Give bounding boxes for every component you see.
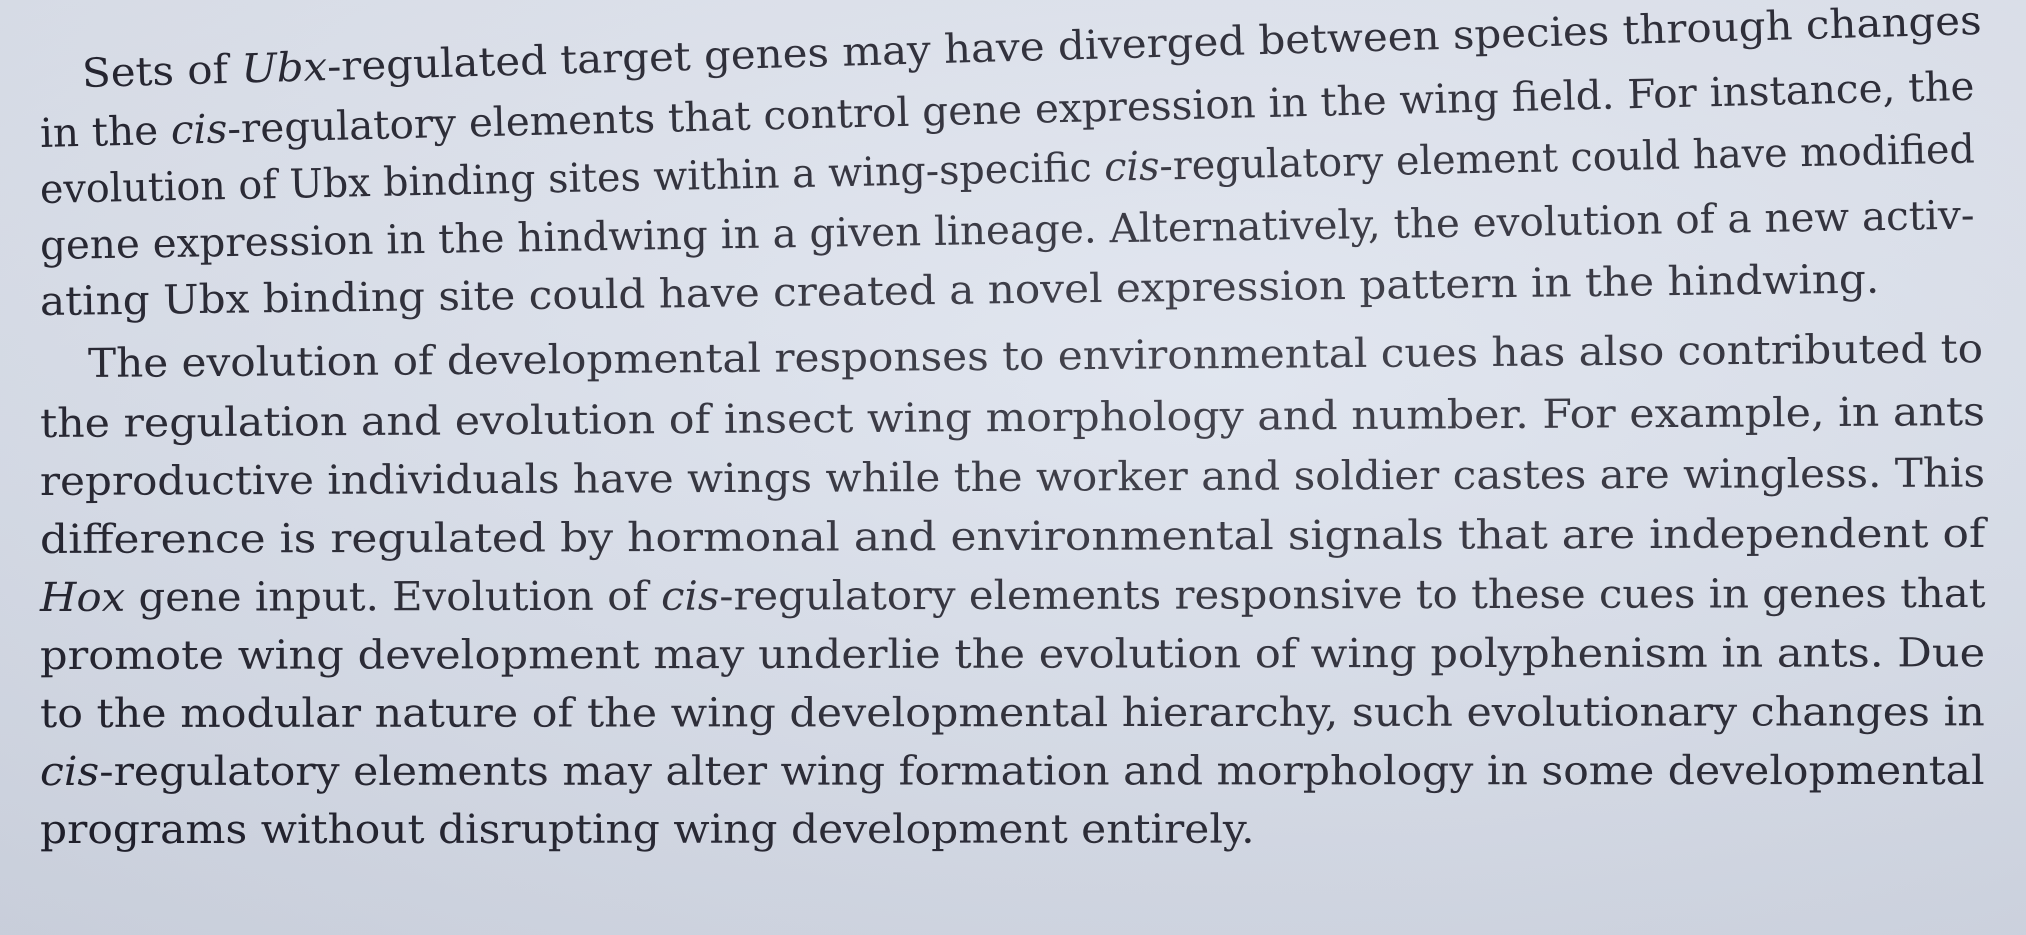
text-line: difference is regulated by hormonal and … xyxy=(40,508,1985,566)
italic-term: Ubx xyxy=(240,44,328,93)
book-page: Sets of Ubx-regulated target genes may h… xyxy=(0,0,2026,935)
text-line: reproductive individuals have wings whil… xyxy=(40,448,1985,508)
text-run: to the modular nature of the wing develo… xyxy=(39,689,1985,737)
italic-term: cis xyxy=(1103,143,1160,191)
text-line: cis-regulatory elements may alter wing f… xyxy=(40,745,1985,798)
text-run: -regulatory elements may alter wing form… xyxy=(99,747,1985,795)
italic-term: cis xyxy=(39,748,100,795)
text-run: reproductive individuals have wings whil… xyxy=(39,450,1986,505)
text-run: gene input. Evolution of xyxy=(125,573,662,621)
italic-term: cis xyxy=(170,106,228,154)
text-line: to the modular nature of the wing develo… xyxy=(40,686,1985,740)
italic-term: Hox xyxy=(39,574,126,621)
text-run: programs without disrupting wing develop… xyxy=(39,806,1255,853)
text-run: difference is regulated by hormonal and … xyxy=(39,510,1986,563)
text-run: promote wing development may underlie th… xyxy=(39,630,1986,679)
text-run: the regulation and evolution of insect w… xyxy=(39,389,1986,447)
text-run: Sets of xyxy=(81,46,242,97)
text-run: -regulatory elements responsive to these… xyxy=(719,570,1986,620)
text-line: the regulation and evolution of insect w… xyxy=(40,386,1985,450)
text-run: -regulatory element could have modified xyxy=(1158,126,1976,190)
text-line: programs without disrupting wing develop… xyxy=(40,804,1255,856)
text-line: Hox gene input. Evolution of cis-regulat… xyxy=(40,568,1986,624)
text-line: promote wing development may underlie th… xyxy=(40,627,1985,682)
italic-term: cis xyxy=(661,573,720,620)
text-run: in the xyxy=(39,107,172,157)
text-line: The evolution of developmental responses… xyxy=(88,323,1983,390)
text-run: The evolution of developmental responses… xyxy=(87,326,1984,387)
